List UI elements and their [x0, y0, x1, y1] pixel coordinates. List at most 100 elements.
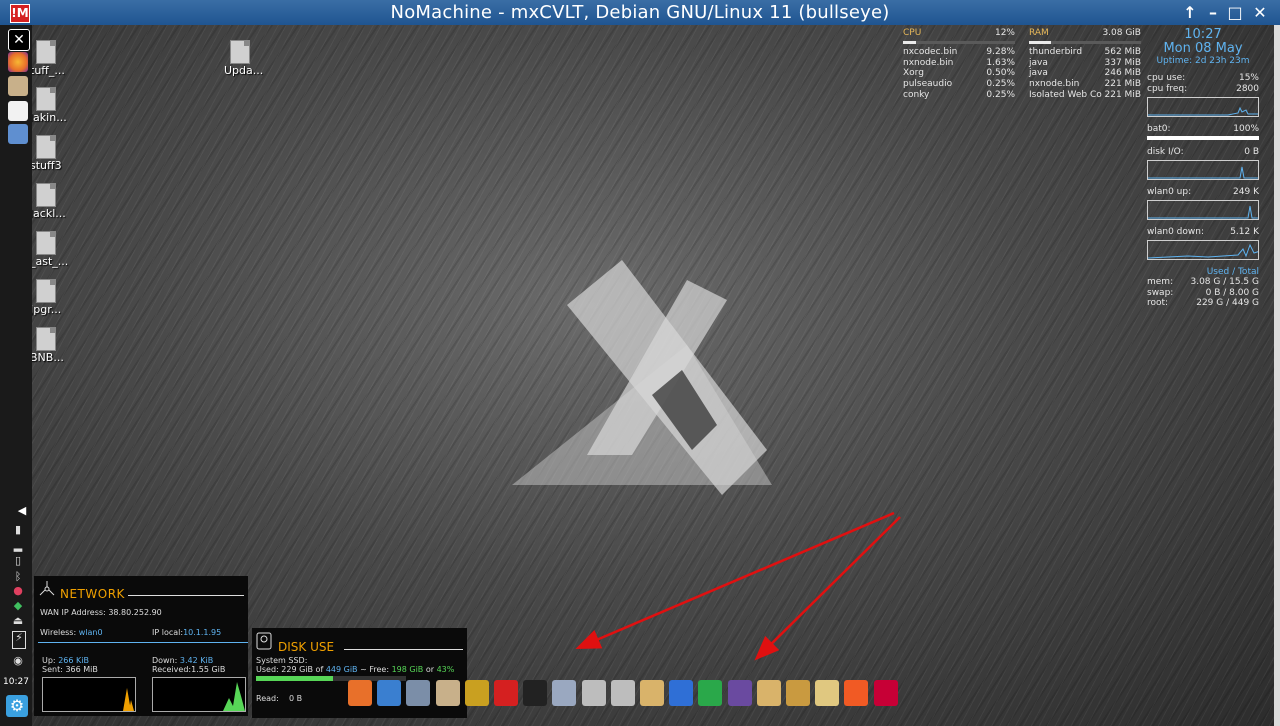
- upload-graph: [42, 677, 136, 712]
- files-2-icon[interactable]: [610, 680, 635, 706]
- process-name: nxcodec.bin: [903, 46, 958, 57]
- sent-value: 366 MiB: [65, 665, 98, 674]
- down-label: Down:: [152, 656, 178, 665]
- ram-total: 3.08 GiB: [1102, 28, 1141, 38]
- process-row: nxnode.bin 221 MiB: [1029, 79, 1141, 90]
- firefox-icon[interactable]: [348, 680, 372, 706]
- disk-io-graph: [1147, 160, 1259, 181]
- total-value: 449 GiB: [325, 665, 358, 674]
- read-label: Read:: [256, 694, 279, 703]
- files-icon[interactable]: [581, 680, 606, 706]
- brave-icon[interactable]: [844, 680, 869, 706]
- bluetooth-icon[interactable]: ᛒ: [12, 571, 24, 583]
- cpu-bar: [903, 40, 1015, 44]
- chat-icon[interactable]: [377, 680, 402, 706]
- swap-label: swap:: [1147, 287, 1174, 298]
- firefox-icon[interactable]: [8, 52, 28, 72]
- disk-utility-icon[interactable]: [406, 680, 431, 706]
- settings-app-icon[interactable]: [8, 124, 28, 144]
- cpu-graph: [1147, 96, 1259, 117]
- up-value: 266 KiB: [58, 656, 89, 665]
- divider: [38, 642, 248, 643]
- debian-icon[interactable]: [873, 680, 898, 706]
- wlan-down-label: wlan0 down:: [1147, 226, 1204, 237]
- media-icon[interactable]: [727, 680, 752, 706]
- wlan-up-value: 249 K: [1233, 187, 1259, 198]
- document-icon[interactable]: [669, 680, 694, 706]
- conky-uptime: Uptime: 2d 23h 23m: [1156, 56, 1250, 66]
- settings-icon[interactable]: ⚙: [6, 695, 28, 717]
- feather-icon[interactable]: [8, 101, 28, 121]
- eject-icon[interactable]: ⏏: [12, 615, 24, 627]
- hard-drive-icon: [256, 632, 272, 650]
- cpu-use-value: 15%: [1238, 73, 1259, 83]
- file-manager-icon[interactable]: [8, 76, 28, 96]
- power-icon[interactable]: ◉: [12, 655, 24, 667]
- ram-label: RAM: [1029, 28, 1049, 38]
- ram-column: RAM 3.08 GiB thunderbird 562 MiB java 337 Mi…: [1029, 28, 1141, 101]
- shield-icon[interactable]: ◆: [12, 600, 24, 612]
- volume-icon[interactable]: ◀: [16, 505, 28, 517]
- raise-button[interactable]: ↑: [1180, 3, 1200, 23]
- archive-icon[interactable]: [435, 680, 460, 706]
- divider: [128, 595, 244, 596]
- cpu-freq-value: 2800: [1236, 83, 1259, 94]
- process-name: thunderbird: [1029, 46, 1083, 57]
- nomachine-icon[interactable]: [494, 680, 518, 706]
- wlan-up-graph: [1147, 199, 1259, 220]
- conky-date: Mon 08 May: [1163, 41, 1243, 56]
- used-label: Used:: [256, 665, 279, 674]
- cpu-process-list: nxcodec.bin 9.28% nxnode.bin 1.63% Xorg 0.50%…: [903, 47, 1015, 101]
- cpu-freq-label: cpu freq:: [1147, 83, 1188, 94]
- process-row: java 337 MiB: [1029, 58, 1141, 69]
- battery-bar: [1147, 136, 1259, 141]
- process-name: Xorg: [903, 68, 924, 79]
- signal-icon[interactable]: ▮: [12, 524, 24, 536]
- process-name: nxnode.bin: [903, 57, 954, 68]
- cpu-column: CPU 12% nxcodec.bin 9.28% nxnode.bin 1.63% Xo…: [903, 28, 1015, 101]
- panel-clock[interactable]: 10:27: [2, 677, 30, 687]
- ip-local-value: 10.1.1.95: [183, 628, 222, 637]
- swap-value: 0 B / 8.00 G: [1205, 287, 1259, 298]
- spreadsheet-icon[interactable]: [698, 680, 723, 706]
- window-title: NoMachine - mxCVLT, Debian GNU/Linux 11 …: [390, 2, 890, 23]
- process-row: java 246 MiB: [1029, 68, 1141, 79]
- disk-io-label: disk I/O:: [1147, 147, 1184, 158]
- conky-time: 10:27: [1184, 27, 1222, 42]
- arrow-left: [575, 511, 895, 649]
- maximize-button[interactable]: □: [1225, 3, 1245, 23]
- cpu-label: CPU: [903, 28, 922, 38]
- cpu-use-label: cpu use:: [1147, 73, 1186, 83]
- terminal-icon[interactable]: [523, 680, 548, 706]
- free-value: 198 GiB: [391, 665, 424, 674]
- read-value: 0 B: [288, 694, 303, 703]
- root-label: root:: [1147, 298, 1169, 309]
- drive-icon[interactable]: [815, 680, 840, 706]
- system-ssd-label: System SSD:: [256, 656, 308, 665]
- free-label: ~ Free:: [360, 665, 390, 674]
- mx-logo-icon[interactable]: ✕: [8, 29, 30, 51]
- folder-icon[interactable]: [640, 680, 664, 706]
- wan-label: WAN IP Address:: [40, 608, 106, 617]
- image-viewer-icon[interactable]: [464, 680, 489, 706]
- feather-icon[interactable]: [552, 680, 577, 706]
- network-icon[interactable]: ▂: [12, 540, 24, 552]
- minimize-button[interactable]: –: [1203, 3, 1223, 23]
- updates-icon[interactable]: ●: [12, 585, 24, 597]
- process-row: nxnode.bin 1.63%: [903, 58, 1015, 69]
- process-value: 221 MiB: [1104, 79, 1141, 90]
- battery-icon[interactable]: ⚡: [12, 631, 26, 649]
- dock: [342, 677, 940, 713]
- clipboard-icon[interactable]: ▯: [12, 555, 24, 567]
- right-scrollbar[interactable]: [1274, 25, 1280, 726]
- process-name: java: [1029, 68, 1048, 79]
- home-folder-icon[interactable]: [756, 680, 781, 706]
- package-icon[interactable]: [786, 680, 810, 706]
- download-graph: [152, 677, 246, 712]
- process-row: Xorg 0.50%: [903, 68, 1015, 79]
- close-button[interactable]: ✕: [1250, 3, 1270, 23]
- ram-bar: [1029, 40, 1141, 44]
- left-panel: ✕ ◀ ▮ ▂ ▯ ᛒ ● ◆ ⏏ ⚡ ◉ 10:27 ⚙: [0, 25, 32, 726]
- wireless-label: Wireless:: [40, 628, 77, 637]
- or-label: or: [425, 665, 435, 674]
